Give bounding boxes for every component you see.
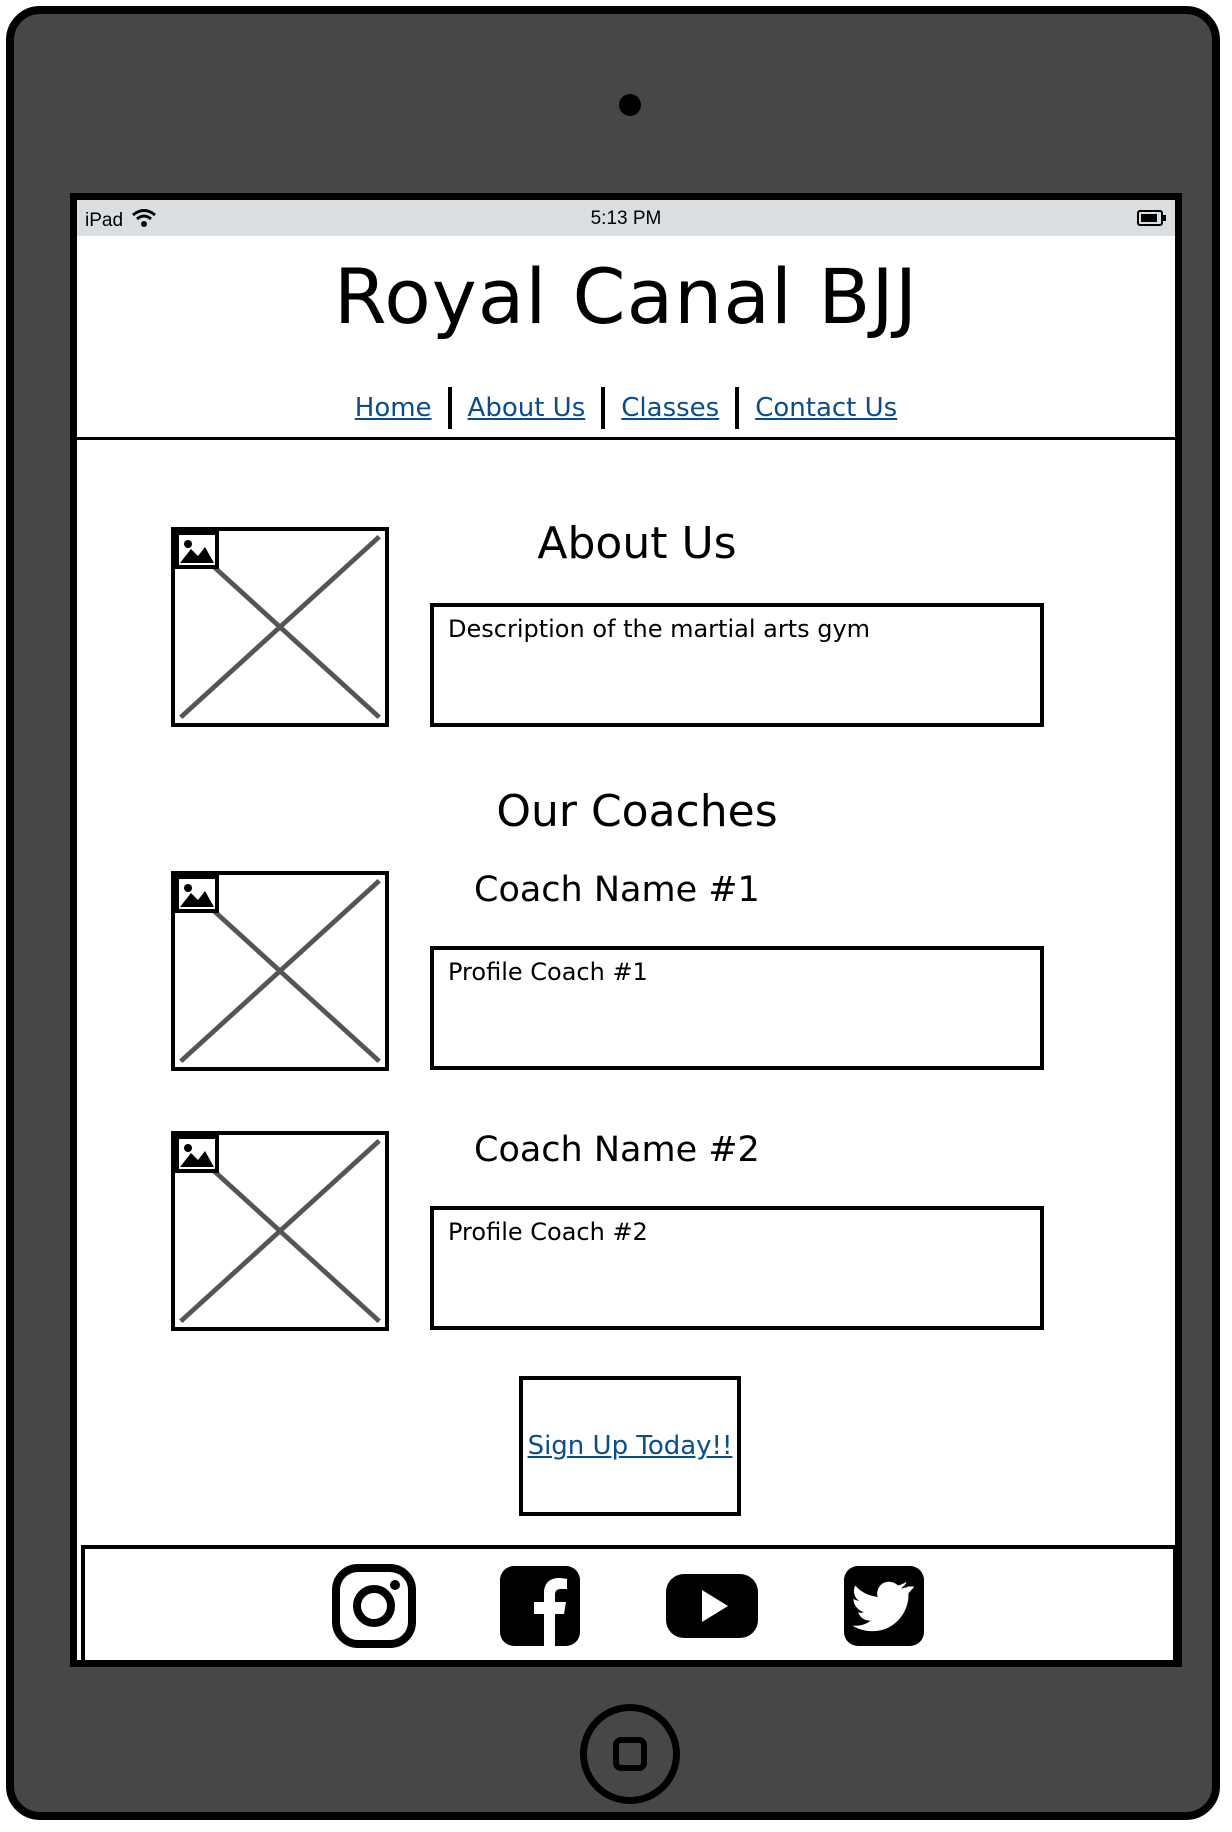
status-time: 5:13 PM [590,208,662,229]
image-icon [175,531,219,569]
signup-link[interactable]: Sign Up Today!! [528,1431,733,1461]
coach-2-name: Coach Name #2 [474,1130,760,1170]
status-bar: iPad 5:13 PM [77,200,1175,236]
coach-1-name: Coach Name #1 [474,870,760,910]
about-description-box: Description of the martial arts gym [430,603,1044,727]
nav-separator [447,387,452,429]
nav-link-about-us[interactable]: About Us [458,393,596,423]
footer-social-bar [81,1545,1175,1660]
screen: iPad 5:13 PM Royal Canal BJJ Home About … [70,193,1182,1667]
nav-separator [601,387,606,429]
coaches-heading: Our Coaches [496,786,778,837]
about-heading: About Us [537,518,737,569]
header-divider [77,437,1175,440]
coach-2-image-placeholder [171,1131,389,1331]
coach-1-profile: Profile Coach #1 [448,958,648,986]
youtube-icon[interactable] [664,1572,760,1640]
home-button-square-icon [613,1737,647,1771]
coach-2-profile: Profile Coach #2 [448,1218,648,1246]
nav-separator [735,387,740,429]
image-icon [175,875,219,913]
image-icon [175,1135,219,1173]
coach-1-image-placeholder [171,871,389,1071]
twitter-icon[interactable] [842,1564,926,1648]
about-image-placeholder [171,527,389,727]
nav-link-classes[interactable]: Classes [611,393,729,423]
nav-link-contact-us[interactable]: Contact Us [745,393,907,423]
instagram-icon[interactable] [332,1564,416,1648]
site-title: Royal Canal BJJ [333,252,919,341]
facebook-icon[interactable] [498,1564,582,1648]
nav-link-home[interactable]: Home [345,393,442,423]
ipad-device-frame: iPad 5:13 PM Royal Canal BJJ Home About … [6,6,1220,1820]
camera-dot [619,94,641,116]
main-nav: Home About Us Classes Contact Us [77,387,1175,429]
home-button[interactable] [580,1704,680,1804]
about-description: Description of the martial arts gym [448,615,871,643]
battery-icon [1137,210,1167,232]
signup-box: Sign Up Today!! [519,1376,741,1516]
coach-2-profile-box: Profile Coach #2 [430,1206,1044,1330]
coach-1-profile-box: Profile Coach #1 [430,946,1044,1070]
